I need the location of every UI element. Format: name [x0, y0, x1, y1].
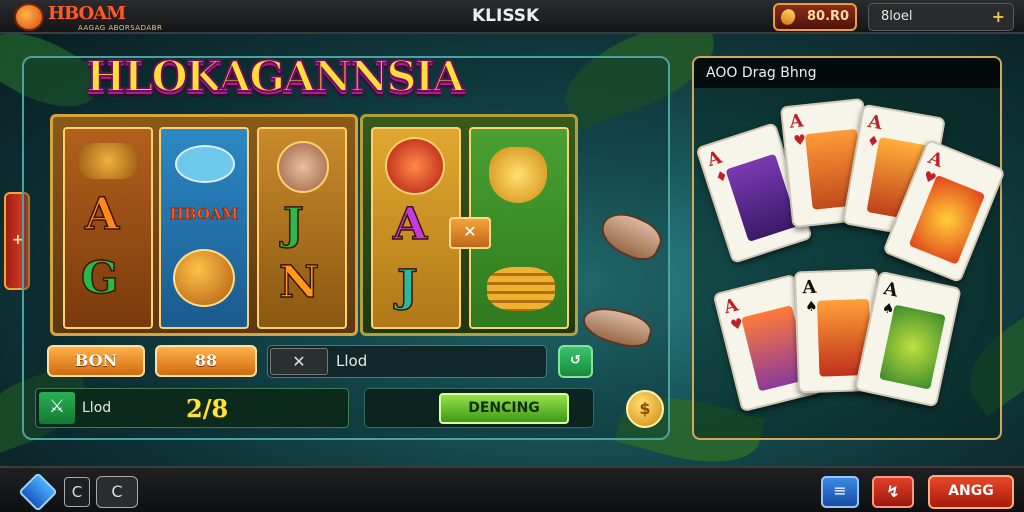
- reel-1: A G: [63, 127, 153, 329]
- reel-symbol: A: [84, 188, 120, 241]
- balance-label: Llod: [82, 400, 112, 416]
- play-control: ✕ Llod: [267, 345, 547, 378]
- add-icon[interactable]: +: [992, 7, 1005, 26]
- top-bar: HBOAM AAGAG ABORSADABR KLISSK 80.R0 8loe…: [0, 0, 1024, 34]
- reel-frame-right: A J ✕: [360, 114, 578, 336]
- diamond-icon[interactable]: [18, 472, 58, 512]
- balance-bar: ⚔ Llod 2/8: [35, 388, 349, 428]
- card-rank: A: [788, 110, 805, 133]
- main-action-button[interactable]: ANGG: [928, 475, 1014, 509]
- card-rank: A: [802, 276, 817, 299]
- reel-3: J N: [257, 127, 347, 329]
- mask-face-icon: [385, 137, 445, 195]
- reel-symbol: J: [396, 260, 418, 313]
- reel-symbol: N: [278, 256, 320, 309]
- card-suit: ♠: [804, 298, 818, 316]
- menu-button[interactable]: ≡: [821, 476, 859, 508]
- card-panel-title: AOO Drag Bhng: [706, 65, 817, 81]
- reel-symbol: J: [282, 198, 304, 251]
- reel-frame-left: A G HBOAM J N: [50, 114, 358, 336]
- card-rank: A: [721, 294, 741, 319]
- reel-4: A J: [371, 127, 461, 329]
- king-face-icon: [277, 141, 329, 193]
- bet-button[interactable]: 88: [155, 345, 257, 377]
- close-mini-button[interactable]: ✕: [449, 217, 491, 249]
- fishing-rod-icon: [175, 145, 235, 183]
- account-label: 8loel: [881, 9, 913, 24]
- dragon-logo-icon: [14, 3, 44, 31]
- gold-coin-button[interactable]: $: [626, 390, 664, 428]
- reel-2: HBOAM: [159, 127, 249, 329]
- bon-button[interactable]: BON: [47, 345, 145, 377]
- card-panel-header: AOO Drag Bhng: [694, 58, 1000, 88]
- logo-text: HBOAM: [48, 3, 126, 24]
- balance-value: 2/8: [186, 394, 229, 423]
- reel-symbol-logo: HBOAM: [169, 205, 239, 224]
- reel-symbol: A: [392, 198, 428, 251]
- sword-icon[interactable]: ⚔: [39, 392, 75, 424]
- golden-fish-icon: [489, 147, 547, 203]
- card-rank: A: [866, 110, 884, 135]
- coin-balance[interactable]: 80.R0: [773, 3, 857, 31]
- play-label: Llod: [336, 352, 368, 370]
- game-logo[interactable]: HBOAM AAGAG ABORSADABR: [14, 2, 164, 34]
- c-circle-button[interactable]: C: [96, 476, 138, 508]
- game-title: HLOKAGANNSIA: [85, 51, 466, 102]
- coin-value: 80.R0: [807, 9, 850, 24]
- treasure-pots-icon: [79, 143, 137, 179]
- bottom-bar: C C ≡ ↯ ANGG: [0, 466, 1024, 512]
- card-rank: A: [704, 146, 725, 172]
- c-button[interactable]: C: [64, 477, 90, 507]
- card-rank: A: [881, 278, 900, 302]
- reel-symbol: G: [80, 252, 119, 305]
- app-title: KLISSK: [472, 6, 540, 26]
- coin-stack-icon: [487, 267, 555, 311]
- coin-icon: [778, 7, 798, 27]
- dencing-button[interactable]: DENCING: [439, 393, 569, 424]
- action-bar: DENCING: [364, 388, 594, 428]
- refresh-button[interactable]: ↺: [558, 345, 593, 378]
- close-button[interactable]: ✕: [270, 348, 328, 375]
- golden-pot-icon: [173, 249, 235, 307]
- account-pill[interactable]: 8loel +: [868, 3, 1014, 31]
- red-action-button[interactable]: ↯: [872, 476, 914, 508]
- logo-subtext: AAGAG ABORSADABR: [78, 24, 163, 32]
